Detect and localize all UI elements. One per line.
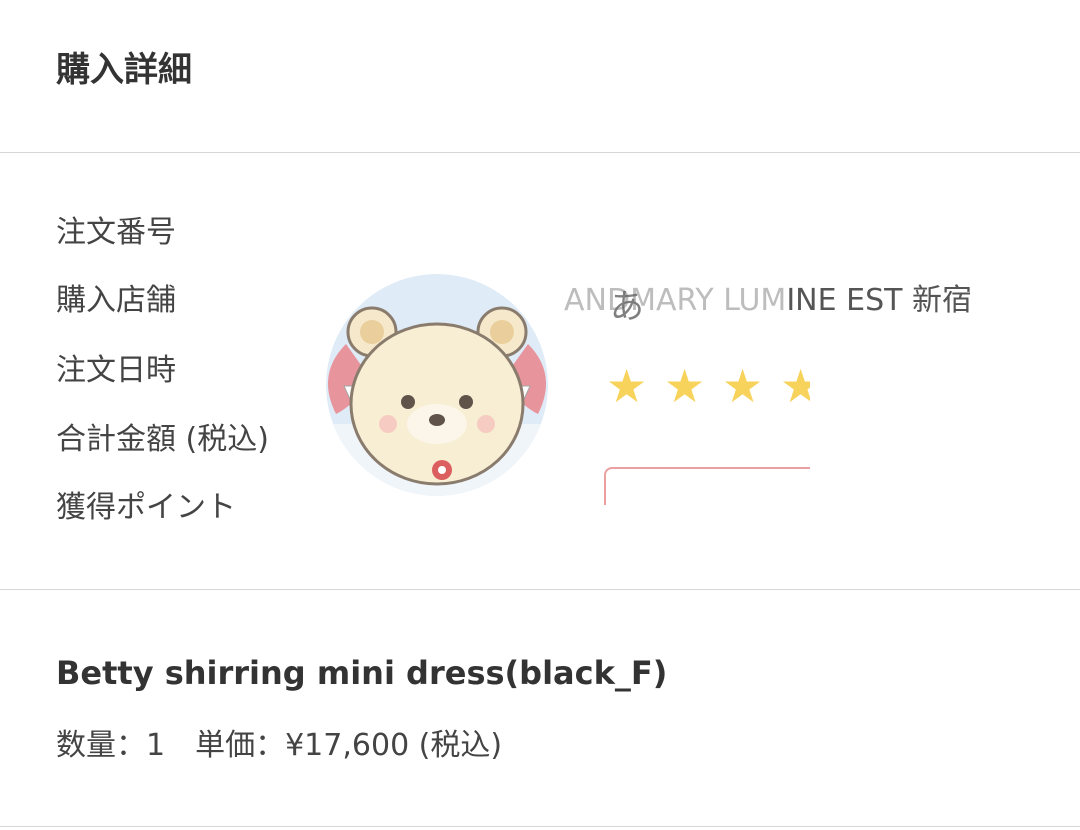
rating-stars: ★ ★ ★ ★ <box>606 361 810 411</box>
order-details-section: 注文番号 購入店舗 注文日時 合計金額 (税込) 獲得ポイント ANDMARY … <box>0 153 1080 590</box>
star-icon: ★ <box>664 361 706 411</box>
bear-character-icon <box>326 274 548 496</box>
page-title: 購入詳細 <box>56 50 192 90</box>
star-icon: ★ <box>780 361 810 411</box>
product-quantity: 数量：1 <box>56 728 166 763</box>
star-icon: ★ <box>606 361 648 411</box>
speech-bubble-outline <box>604 467 810 505</box>
order-date-label: 注文日時 <box>56 353 176 388</box>
product-name: Betty shirring mini dress(black_F) <box>56 654 668 692</box>
product-meta: 数量：1 単価：¥17,600 (税込) <box>56 726 502 766</box>
overlay-glyph: あ <box>610 287 644 327</box>
store-value-visible: INE EST 新宿 <box>786 283 972 318</box>
page-header: 購入詳細 <box>0 0 1080 153</box>
order-number-label: 注文番号 <box>56 215 176 250</box>
product-section: Betty shirring mini dress(black_F) 数量：1 単… <box>0 590 1080 827</box>
star-icon: ★ <box>722 361 764 411</box>
store-label: 購入店舗 <box>56 283 176 318</box>
product-unit-price: 単価：¥17,600 (税込) <box>195 728 503 763</box>
points-label: 獲得ポイント <box>56 490 236 525</box>
total-amount-label: 合計金額 (税込) <box>56 422 269 457</box>
store-value-faded: ANDMARY LUM <box>564 283 787 318</box>
